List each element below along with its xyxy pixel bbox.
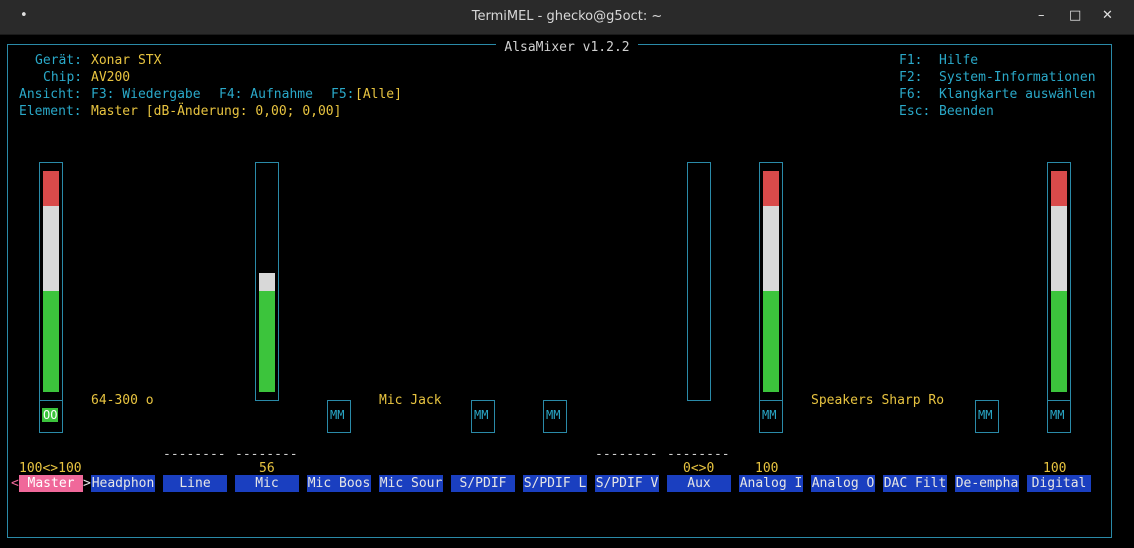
view-label: Ansicht: [19, 87, 82, 102]
headphones-enum-value: 64-300 o [91, 393, 154, 408]
element-label: Element: [19, 104, 82, 119]
analog-in-volume-gauge[interactable] [759, 162, 783, 401]
help-text-esc: Beenden [939, 104, 994, 119]
control-master[interactable]: Master [19, 475, 83, 492]
digital-volume-gauge[interactable] [1047, 162, 1071, 401]
spdif-v-capture-indicator: -------- [595, 447, 658, 462]
switch-state: MM [762, 408, 777, 422]
view-playback[interactable]: F3: Wiedergabe [91, 86, 201, 103]
terminal-area[interactable]: AlsaMixer v1.2.2 Gerät: Xonar STX Chip: … [0, 35, 1134, 548]
control-spdif[interactable]: S/PDIF [451, 475, 515, 492]
help-text-f1: Hilfe [939, 53, 979, 68]
control-mic-source[interactable]: Mic Sour [379, 475, 443, 492]
chip-value: AV200 [91, 70, 131, 85]
switch-state: MM [330, 408, 345, 422]
aux-volume-gauge[interactable] [687, 162, 711, 401]
de-emphasis-switch[interactable]: MM [975, 400, 999, 433]
mic-boost-switch[interactable]: MM [327, 400, 351, 433]
selection-left-arrow: < [11, 476, 19, 491]
control-spdif-l[interactable]: S/PDIF L [523, 475, 587, 492]
spdif-switch[interactable]: MM [543, 400, 567, 433]
minimize-icon[interactable]: – [1038, 8, 1045, 23]
master-volume-gauge[interactable] [39, 162, 63, 401]
mic-volume-gauge[interactable] [255, 162, 279, 401]
control-mic[interactable]: Mic [235, 475, 299, 492]
control-aux[interactable]: Aux [667, 475, 731, 492]
mic-source-switch[interactable]: MM [471, 400, 495, 433]
help-key-f6: F6: [899, 87, 923, 102]
window-titlebar: • TermiMEL - ghecko@g5oct: ~ – □ ✕ [0, 0, 1134, 35]
element-value: Master [dB-Änderung: 0,00; 0,00] [91, 104, 342, 119]
control-spdif-v[interactable]: S/PDIF V [595, 475, 659, 492]
switch-state: MM [546, 408, 561, 422]
help-text-f2: System-Informationen [939, 70, 1096, 85]
help-key-esc: Esc: [899, 104, 931, 119]
close-icon[interactable]: ✕ [1102, 8, 1113, 23]
view-all-key[interactable]: F5: [331, 86, 354, 103]
device-value: Xonar STX [91, 53, 162, 68]
control-analog-in[interactable]: Analog I [739, 475, 803, 492]
help-text-f6: Klangkarte auswählen [939, 87, 1096, 102]
view-all-value[interactable]: [Alle] [355, 86, 402, 103]
chip-label: Chip: [43, 70, 83, 85]
mic-jack-enum-value: Mic Jack [379, 393, 442, 408]
control-headphones[interactable]: Headphon [91, 475, 155, 492]
control-analog-out[interactable]: Analog O [811, 475, 875, 492]
switch-state: MM [1050, 408, 1065, 422]
control-digital[interactable]: Digital [1027, 475, 1091, 492]
control-line[interactable]: Line [163, 475, 227, 492]
switch-state: MM [474, 408, 489, 422]
help-key-f2: F2: [899, 70, 923, 85]
digital-switch[interactable]: MM [1047, 400, 1071, 433]
switch-state: OO [42, 408, 59, 422]
help-key-f1: F1: [899, 53, 923, 68]
speakers-enum-value: Speakers Sharp Ro [811, 393, 945, 408]
control-mic-boost[interactable]: Mic Boos [307, 475, 371, 492]
app-title: AlsaMixer v1.2.2 [496, 40, 638, 55]
maximize-icon[interactable]: □ [1069, 8, 1081, 23]
window-title: TermiMEL - ghecko@g5oct: ~ [471, 9, 663, 24]
control-dac-filter[interactable]: DAC Filt [883, 475, 947, 492]
control-de-emphasis[interactable]: De-empha [955, 475, 1019, 492]
switch-state: MM [978, 408, 993, 422]
analog-in-switch[interactable]: MM [759, 400, 783, 433]
view-capture[interactable]: F4: Aufnahme [219, 86, 313, 103]
device-label: Gerät: [35, 53, 82, 68]
selection-right-arrow: > [83, 476, 91, 491]
line-capture-indicator: -------- [163, 447, 226, 462]
master-mute-switch[interactable]: OO [39, 400, 63, 433]
